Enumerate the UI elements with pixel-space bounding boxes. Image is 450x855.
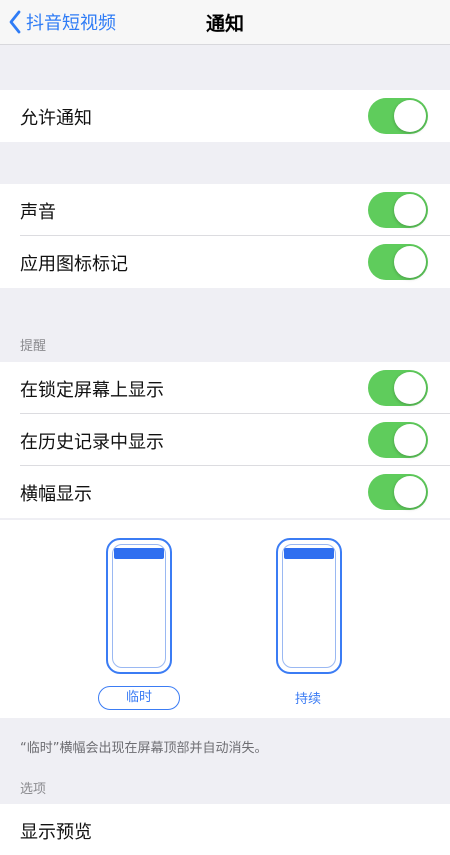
page-title: 通知 xyxy=(205,13,244,35)
allow-notifications-row: 允许通知 xyxy=(0,90,450,142)
temporary-banner-phone-icon[interactable] xyxy=(106,538,172,674)
show-preview-row[interactable]: 显示预览 xyxy=(0,804,450,855)
persistent-banner-option[interactable]: 持续 xyxy=(268,688,348,707)
lock-screen-label: 在锁定屏幕上显示 xyxy=(20,380,164,401)
history-toggle[interactable] xyxy=(368,422,428,458)
toggle-knob xyxy=(394,100,426,132)
toggle-knob xyxy=(394,194,426,226)
banner-toggle[interactable] xyxy=(368,474,428,510)
phone-screen xyxy=(282,544,336,668)
sound-label: 声音 xyxy=(20,202,56,223)
phone-screen xyxy=(112,544,166,668)
sound-toggle[interactable] xyxy=(368,192,428,228)
allow-notifications-label: 允许通知 xyxy=(20,108,92,129)
banner-style-picker: 临时 持续 xyxy=(0,520,450,718)
badge-toggle[interactable] xyxy=(368,244,428,280)
banner-footnote: “临时”横幅会出现在屏幕顶部并自动消失。 xyxy=(20,741,268,756)
sound-row: 声音 xyxy=(0,184,450,236)
toggle-knob xyxy=(394,246,426,278)
history-row: 在历史记录中显示 xyxy=(0,414,450,466)
lock-screen-row: 在锁定屏幕上显示 xyxy=(0,362,450,414)
show-preview-label: 显示预览 xyxy=(20,822,92,843)
navigation-bar: 抖音短视频 通知 xyxy=(0,0,450,45)
banner-bar xyxy=(114,548,164,559)
toggle-knob xyxy=(394,476,426,508)
banner-row: 横幅显示 xyxy=(0,466,450,518)
alerts-section-header: 提醒 xyxy=(20,339,47,354)
options-section-header: 选项 xyxy=(20,782,47,797)
history-label: 在历史记录中显示 xyxy=(20,432,164,453)
allow-notifications-toggle[interactable] xyxy=(368,98,428,134)
banner-bar xyxy=(284,548,334,559)
toggle-knob xyxy=(394,372,426,404)
persistent-banner-phone-icon[interactable] xyxy=(276,538,342,674)
badge-row: 应用图标标记 xyxy=(0,236,450,288)
badge-label: 应用图标标记 xyxy=(20,254,128,275)
banner-label: 横幅显示 xyxy=(20,484,92,505)
temporary-banner-option[interactable]: 临时 xyxy=(98,686,180,710)
toggle-knob xyxy=(394,424,426,456)
lock-screen-toggle[interactable] xyxy=(368,370,428,406)
